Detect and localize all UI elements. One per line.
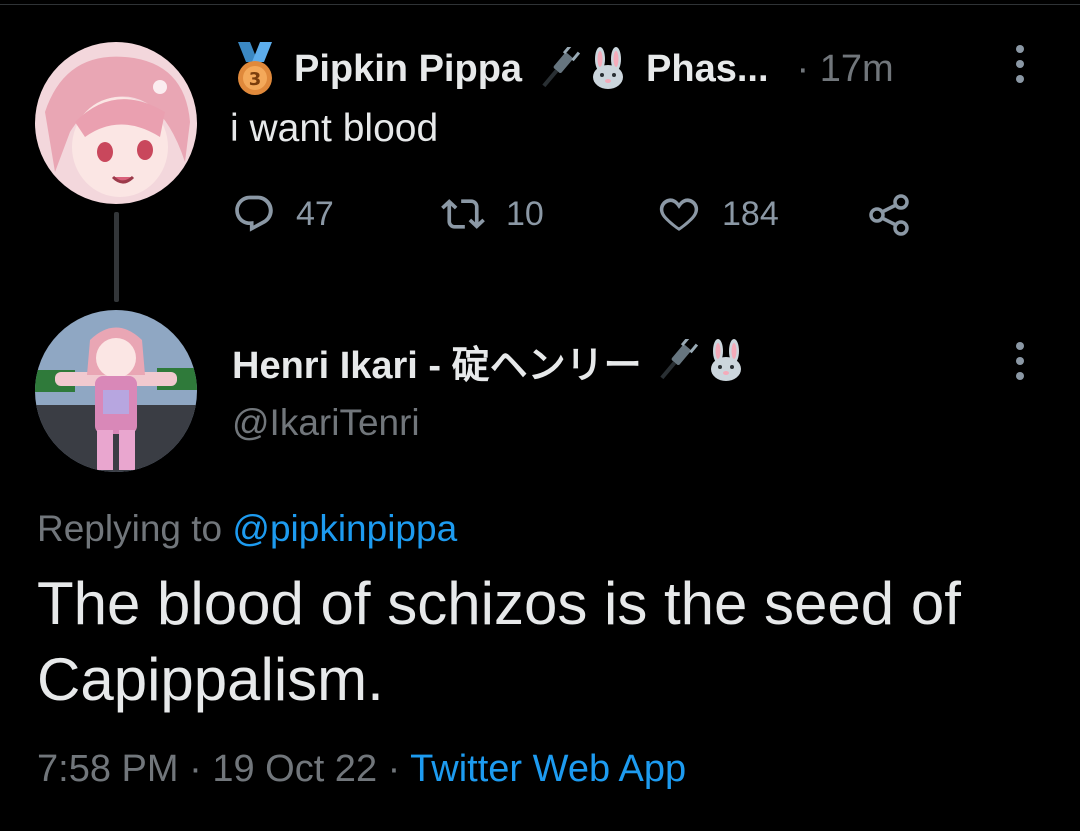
tweet2-header: Henri Ikari - 碇ヘンリー	[232, 332, 748, 390]
tweet1-text: i want blood	[230, 107, 439, 150]
tweet1-time[interactable]: 17m	[820, 48, 894, 90]
tweet2-text: The blood of schizos is the seed of Capi…	[37, 570, 961, 713]
plug-icon	[654, 339, 698, 383]
tweet1-like-count: 184	[722, 194, 779, 233]
tweet2-handle[interactable]: @IkariTenri	[232, 402, 420, 444]
tweet1-reply-count: 47	[296, 194, 334, 233]
tweet1-display-name[interactable]: Pipkin Pippa	[294, 48, 522, 91]
avatar-henri-ikari[interactable]	[35, 310, 197, 472]
tweet2-time[interactable]: 7:58 PM	[37, 748, 179, 790]
tweet2-date[interactable]: 19 Oct 22	[212, 748, 377, 790]
top-divider	[0, 4, 1080, 5]
tweet1-more-icon[interactable]	[1015, 45, 1025, 83]
tweet2-more-icon[interactable]	[1015, 342, 1025, 380]
replying-to-line: Replying to @pipkinpippa	[37, 508, 457, 550]
tweet2-source-link[interactable]: Twitter Web App	[410, 748, 686, 790]
meta-separator: ·	[387, 748, 401, 790]
tweet1-retweet-count: 10	[506, 194, 544, 233]
tweet1-separator: ·	[796, 47, 810, 90]
svg-text:3: 3	[249, 69, 262, 90]
tweet1-header: 3 Pipkin Pippa Phas... · 17m	[232, 40, 894, 98]
tweet1-like-button[interactable]: 184	[656, 192, 779, 236]
replying-to-handle-link[interactable]: @pipkinpippa	[232, 508, 457, 549]
retweet-icon	[441, 199, 485, 229]
bunny-icon	[704, 339, 748, 383]
heart-icon	[659, 198, 699, 231]
plug-icon	[536, 47, 581, 91]
bunny-icon	[586, 47, 630, 91]
medal-3-icon: 3	[232, 40, 278, 98]
share-icon	[869, 194, 909, 236]
replying-to-label: Replying to	[37, 508, 223, 549]
tweet2-display-name[interactable]: Henri Ikari - 碇ヘンリー	[232, 334, 642, 389]
tweet1-retweet-button[interactable]: 10	[440, 192, 544, 236]
tweet1-handle[interactable]: Phas...	[646, 48, 769, 91]
tweet1-reply-button[interactable]: 47	[232, 192, 334, 236]
meta-separator: ·	[189, 748, 202, 790]
reply-icon	[235, 195, 273, 232]
avatar-pipkin-pippa[interactable]	[35, 42, 197, 204]
tweet1-share-button[interactable]	[866, 192, 934, 238]
tweet1-time-group: · 17m	[797, 48, 894, 91]
thread-connector-line	[114, 212, 119, 302]
tweet2-meta: 7:58 PM · 19 Oct 22 · Twitter Web App	[37, 748, 686, 791]
